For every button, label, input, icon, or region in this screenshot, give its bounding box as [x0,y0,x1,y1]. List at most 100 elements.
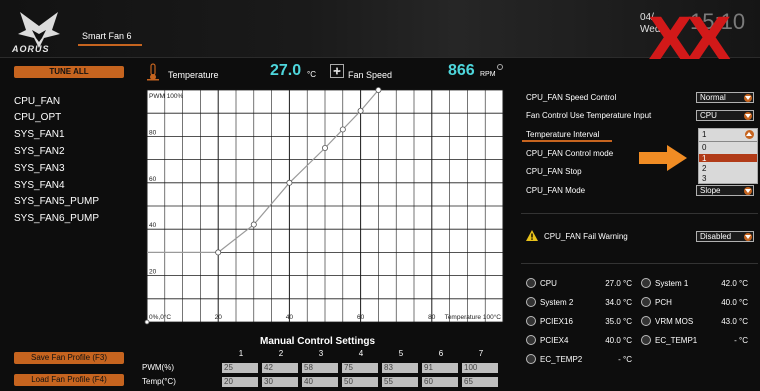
column-header: 5 [398,349,404,358]
save-fan-profile-button[interactable]: Save Fan Profile (F3) [14,352,124,364]
column-header: 1 [238,349,244,358]
tune-all-button[interactable]: TUNE ALL [14,66,124,78]
chevron-down-icon [744,112,752,120]
pwm-input[interactable]: 75 [342,363,378,373]
sensor-icon [526,297,536,307]
curve-point-5[interactable] [339,126,346,133]
pwm-input[interactable]: 91 [422,363,458,373]
tab-underline [78,44,142,46]
speed-control-label: CPU_FAN Speed Control [526,93,617,102]
sensor-icon [526,354,536,364]
popup-option[interactable]: 2 [702,164,706,173]
column-header: 7 [478,349,484,358]
fan-icon [330,64,344,78]
sensor-value: - °C [734,336,748,345]
temp-input[interactable]: 65 [462,377,498,387]
curve-point-1[interactable] [215,249,222,256]
pwm-input[interactable]: 83 [382,363,418,373]
y-tick-label: 40 [149,222,157,229]
fail-warning-value: Disabled [700,232,732,241]
fan-item-sys-fan4[interactable]: SYS_FAN4 [14,180,65,191]
x-axis-label: Temperature 100°C [445,313,502,321]
control-mode-label: CPU_FAN Control mode [526,149,614,158]
temp-input[interactable]: 50 [342,377,378,387]
fan-speed-label: Fan Speed [348,70,393,80]
temp-input-dropdown[interactable]: CPU [696,110,754,121]
y-tick-label: 80 [149,129,157,136]
fan-item-sys-fan1[interactable]: SYS_FAN1 [14,129,65,140]
popup-option[interactable]: 0 [702,143,706,152]
curve-point-3[interactable] [286,179,293,186]
popup-divider [699,141,757,142]
sensor-value: 27.0 °C [605,279,632,288]
fan-mode-value: Slope [700,186,721,195]
sensor-icon [526,335,536,345]
fan-item-sys-fan5-pump[interactable]: SYS_FAN5_PUMP [14,196,99,207]
rpm-indicator-icon [497,64,503,70]
temperature-label: Temperature [168,70,219,80]
curve-point-4[interactable] [321,145,328,152]
popup-option-selected[interactable]: 1 [702,154,706,163]
curve-point-6[interactable] [357,107,364,114]
fail-warning-label: CPU_FAN Fail Warning [544,232,628,241]
chevron-down-icon [744,233,752,241]
temperature-value: 27.0 [270,62,302,79]
temp-input[interactable]: 30 [262,377,298,387]
origin-label: 0%,0°C [149,313,171,321]
rpm-value: 866 [448,62,475,79]
rpm-unit: RPM [480,71,496,78]
pwm-input[interactable]: 100 [462,363,498,373]
sensor-value: 42.0 °C [721,279,748,288]
fan-stop-label: CPU_FAN Stop [526,167,582,176]
sensor-label: EC_TEMP2 [540,355,583,364]
temp-interval-popup[interactable]: 1 0 1 2 3 [698,128,758,184]
y-tick-label: 20 [149,269,157,276]
sensor-value: - °C [618,355,632,364]
sensor-label: EC_TEMP1 [655,336,698,345]
x-tick-label: 60 [357,314,365,321]
sensor-icon [641,316,651,326]
pwm-input[interactable]: 58 [302,363,338,373]
fan-item-sys-fan6-pump[interactable]: SYS_FAN6_PUMP [14,213,99,224]
y-tick-label: 60 [149,176,157,183]
x-tick-label: 20 [215,314,223,321]
sensor-label: System 2 [540,298,574,307]
curve-point-2[interactable] [250,221,257,228]
fan-item-sys-fan3[interactable]: SYS_FAN3 [14,163,65,174]
sensor-value: 34.0 °C [605,298,632,307]
load-fan-profile-button[interactable]: Load Fan Profile (F4) [14,374,124,386]
temp-interval-underline [522,140,612,142]
temp-input[interactable]: 20 [222,377,258,387]
pwm-input[interactable]: 42 [262,363,298,373]
fan-item-sys-fan2[interactable]: SYS_FAN2 [14,146,65,157]
sensor-value: 40.0 °C [605,336,632,345]
fan-mode-dropdown[interactable]: Slope [696,185,754,196]
popup-selection-bar [699,154,757,162]
manual-control-title: Manual Control Settings [260,336,375,347]
temp-interval-label: Temperature Interval [526,130,600,139]
tab-smart-fan[interactable]: Smart Fan 6 [82,31,132,41]
fan-mode-label: CPU_FAN Mode [526,186,586,195]
divider [521,263,758,264]
fan-item-cpu-fan[interactable]: CPU_FAN [14,96,60,107]
fan-item-cpu-opt[interactable]: CPU_OPT [14,112,61,123]
popup-option[interactable]: 3 [702,174,706,183]
temp-input[interactable]: 60 [422,377,458,387]
curve-point-7[interactable] [375,87,382,93]
temp-input-label: Fan Control Use Temperature Input [526,111,652,120]
pwm-row-label: PWM(%) [142,363,174,372]
temp-input[interactable]: 40 [302,377,338,387]
fail-warning-dropdown[interactable]: Disabled [696,231,754,242]
chevron-down-icon [744,94,752,102]
fan-curve-chart[interactable]: PWM 100% 0%,0°C Temperature 100°C 20 40 60 80 8… [140,86,510,331]
speed-control-dropdown[interactable]: Normal [696,92,754,103]
chevron-up-icon[interactable] [745,130,754,139]
temp-input[interactable]: 55 [382,377,418,387]
sensor-icon [641,335,651,345]
watermark-logo: XX [648,5,731,73]
sensor-label: PCH [655,298,672,307]
warning-icon [526,230,538,241]
sensor-label: VRM MOS [655,317,694,326]
pwm-input[interactable]: 25 [222,363,258,373]
popup-current-value: 1 [702,130,707,139]
